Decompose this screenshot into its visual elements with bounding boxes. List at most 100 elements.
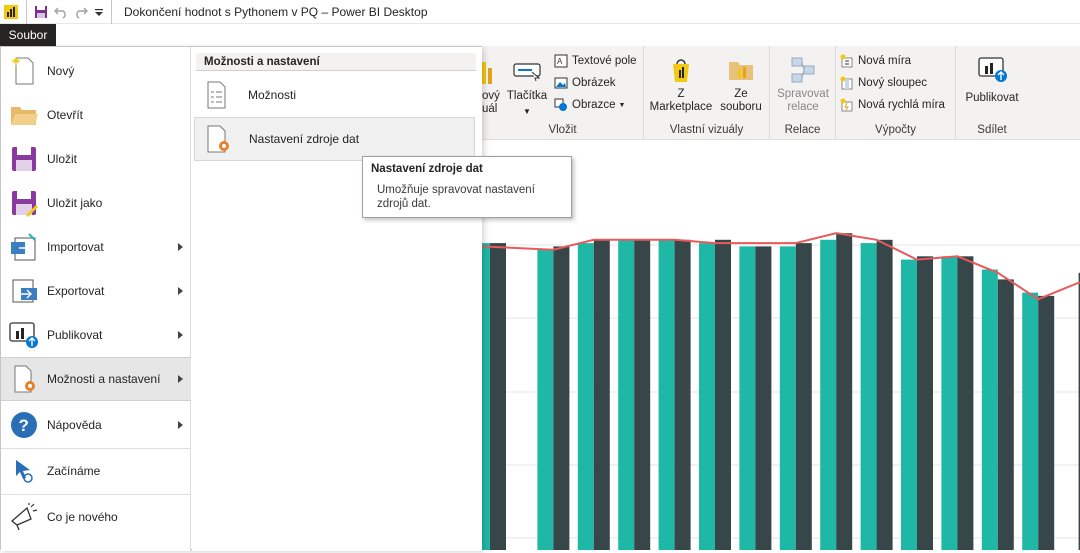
menu-item-getting-started[interactable]: Začínáme <box>1 449 191 493</box>
image-button[interactable]: Obrázek <box>554 76 615 90</box>
menu-item-label: Nápověda <box>47 418 102 432</box>
menu-item-label: Importovat <box>47 240 104 254</box>
new-column-label: Nový sloupec <box>858 77 928 89</box>
menu-item-open[interactable]: Otevřít <box>1 93 191 137</box>
manage-relationships-label-line2: relace <box>787 101 819 113</box>
options-settings-icon <box>7 362 41 396</box>
text-box-button[interactable]: A Textové pole <box>554 54 637 68</box>
from-file-button[interactable]: Ze souboru <box>716 54 766 114</box>
bar-series-1 <box>482 243 490 550</box>
help-icon: ? <box>7 408 41 442</box>
redo-icon[interactable] <box>71 0 91 24</box>
menu-item-label: Publikovat <box>47 328 103 342</box>
new-visual-label-line1: ový <box>482 90 500 102</box>
bar-series-2 <box>553 246 570 550</box>
manage-relationships-button[interactable]: Spravovat relace <box>772 54 834 114</box>
bar-series-2 <box>1038 295 1055 550</box>
insert-group-label: Vložit <box>548 124 577 136</box>
import-icon <box>7 230 41 264</box>
buttons-button[interactable]: Tlačítka ▼ <box>504 56 550 118</box>
new-visual-button[interactable] <box>480 54 498 88</box>
save-icon <box>7 142 41 176</box>
new-quick-measure-button[interactable]: Nová rychlá míra <box>840 98 945 112</box>
menu-item-whats-new[interactable]: Co je nového <box>1 495 191 539</box>
publish-icon <box>7 318 41 352</box>
bar-series-2 <box>634 239 651 551</box>
export-icon <box>7 274 41 308</box>
marketplace-label-line1: Z <box>677 88 685 100</box>
undo-icon[interactable] <box>51 0 71 24</box>
bar-series-1 <box>941 256 958 550</box>
bar-series-2 <box>715 239 731 551</box>
from-file-label-line2: souboru <box>720 101 762 113</box>
bar-series-2 <box>917 256 933 550</box>
relationships-group-label: Relace <box>784 124 821 136</box>
svg-text:A: A <box>557 57 563 66</box>
menu-item-help[interactable]: ? Nápověda <box>1 403 191 447</box>
data-source-settings-icon <box>203 122 233 156</box>
menu-item-label: Exportovat <box>47 284 105 298</box>
marketplace-label-line2: Marketplace <box>649 101 713 113</box>
bar-series-2 <box>997 279 1014 550</box>
custom-visuals-group-label: Vlastní vizuály <box>669 124 744 136</box>
menu-item-new[interactable]: Nový <box>1 49 191 93</box>
bar-series-2 <box>795 243 812 550</box>
share-group-label: Sdílet <box>977 124 1007 136</box>
save-icon[interactable] <box>31 0 51 24</box>
getting-started-icon <box>7 454 41 488</box>
custom-visuals-group: Z Marketplace Ze souboru Vlastní vizuály <box>644 46 770 140</box>
save-as-icon <box>7 186 41 220</box>
file-menu-list: Nový Otevřít Uložit Uložit jako Importov… <box>1 47 191 551</box>
submenu-arrow-icon <box>178 243 183 251</box>
power-bi-logo-icon <box>0 0 22 24</box>
bar-series-1 <box>981 269 998 550</box>
publish-ribbon-button[interactable]: Publikovat <box>960 54 1024 105</box>
new-quick-measure-icon <box>840 98 854 112</box>
marketplace-button[interactable]: Z Marketplace <box>648 54 714 114</box>
image-icon <box>554 76 568 90</box>
bar-series-1 <box>618 239 635 551</box>
shapes-button[interactable]: Obrazce ▼ <box>554 98 625 112</box>
new-file-icon <box>7 54 41 88</box>
new-column-button[interactable]: Nový sloupec <box>840 76 927 90</box>
text-box-label: Textové pole <box>572 55 637 67</box>
submenu-item-data-source-settings[interactable]: Nastavení zdroje dat <box>194 117 475 161</box>
new-measure-icon <box>840 54 854 68</box>
menu-item-label: Nový <box>47 64 75 78</box>
options-page-icon <box>202 78 232 112</box>
menu-item-export[interactable]: Exportovat <box>1 269 191 313</box>
quick-access-toolbar <box>0 0 116 24</box>
marketplace-icon <box>673 59 689 82</box>
menu-item-import[interactable]: Importovat <box>1 225 191 269</box>
publish-ribbon-label: Publikovat <box>965 92 1019 104</box>
new-measure-button[interactable]: Nová míra <box>840 54 911 68</box>
menu-item-save-as[interactable]: Uložit jako <box>1 181 191 225</box>
menu-item-label: Možnosti a nastavení <box>47 372 161 386</box>
submenu-arrow-icon <box>178 375 183 383</box>
folder-open-icon <box>7 98 41 132</box>
titlebar-divider <box>111 0 112 24</box>
bar-series-1 <box>658 239 675 551</box>
bar-series-1 <box>577 243 594 550</box>
submenu-arrow-icon <box>178 287 183 295</box>
bar-series-1 <box>779 246 796 550</box>
menu-item-label: Uložit jako <box>47 196 103 210</box>
chevron-down-icon: ▼ <box>618 101 626 109</box>
ribbon: ový uál Tlačítka ▼ A Textové pole Obráze… <box>482 46 1080 140</box>
bar-series-2 <box>876 239 893 551</box>
bar-series-1 <box>860 243 877 550</box>
manage-relationships-label-line1: Spravovat <box>777 88 829 100</box>
submenu-item-label: Nastavení zdroje dat <box>249 132 360 146</box>
menu-item-label: Uložit <box>47 152 78 166</box>
bar-series-2 <box>836 233 853 550</box>
file-menu: Nový Otevřít Uložit Uložit jako Importov… <box>0 46 482 551</box>
menu-item-options-settings[interactable]: Možnosti a nastavení <box>1 357 191 401</box>
file-tab[interactable]: Soubor <box>0 24 56 46</box>
menu-item-publish[interactable]: Publikovat <box>1 313 191 357</box>
buttons-label: Tlačítka <box>506 90 548 102</box>
submenu-item-options[interactable]: Možnosti <box>194 73 475 117</box>
menu-item-save[interactable]: Uložit <box>1 137 191 181</box>
customize-toolbar-icon[interactable] <box>91 0 107 24</box>
menu-item-label: Co je nového <box>47 510 118 524</box>
bar-series-1 <box>901 259 917 550</box>
